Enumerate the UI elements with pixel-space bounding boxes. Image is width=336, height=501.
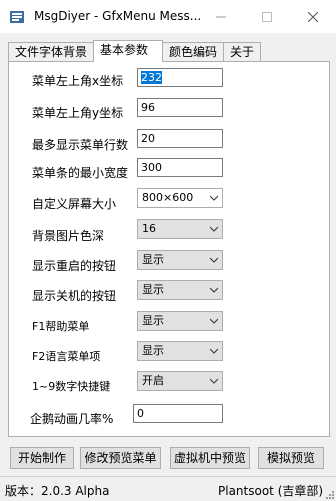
close-icon <box>308 11 318 22</box>
field-label-penguin-chance: 企鹅动画几率% <box>30 412 114 426</box>
menu-x-input[interactable]: 232 <box>137 68 223 87</box>
field-label-f1-help: F1帮助菜单 <box>32 320 90 333</box>
num-hotkey-select[interactable]: 开启 <box>137 371 223 391</box>
close-button[interactable] <box>290 0 336 33</box>
title-bar: MsgDiyer - GfxMenu Mess... <box>0 0 336 33</box>
field-label-screen-size: 自定义屏幕大小 <box>32 197 117 211</box>
chevron-down-icon <box>210 195 218 201</box>
status-bar: 版本：2.0.3 Alpha Plantsoot (吉章部) <box>0 476 336 501</box>
min-width-input[interactable]: 300 <box>137 158 223 177</box>
field-label-shutdown-btn: 显示关机的按钮 <box>32 289 117 303</box>
vm-preview-button[interactable]: 虚拟机中预览 <box>170 447 250 469</box>
author-label: Plantsoot (吉章部) <box>218 484 324 498</box>
version-label: 版本：2.0.3 Alpha <box>5 484 110 498</box>
bg-depth-select[interactable]: 16 <box>137 219 223 239</box>
app-icon <box>10 11 24 23</box>
f2-lang-value: 显示 <box>142 344 164 357</box>
bg-depth-value: 16 <box>142 222 156 235</box>
field-label-max-rows: 最多显示菜单行数 <box>32 138 129 152</box>
window-title: MsgDiyer - GfxMenu Mess... <box>34 9 202 23</box>
field-label-f2-lang: F2语言菜单项 <box>32 350 101 363</box>
f1-help-value: 显示 <box>142 314 164 327</box>
chevron-down-icon <box>210 287 218 293</box>
field-label-bg-depth: 背景图片色深 <box>32 229 105 243</box>
chevron-down-icon <box>210 378 218 384</box>
f2-lang-select[interactable]: 显示 <box>137 341 223 361</box>
resize-grip-icon[interactable] <box>324 489 334 499</box>
field-label-menu-y: 菜单左上角y坐标 <box>32 106 124 120</box>
maximize-button[interactable] <box>244 0 290 33</box>
modify-preview-button[interactable]: 修改预览菜单 <box>80 447 161 469</box>
menu-x-value: 232 <box>141 71 162 84</box>
max-rows-input[interactable]: 20 <box>137 129 223 148</box>
f1-help-select[interactable]: 显示 <box>137 311 223 331</box>
field-label-num-hotkey: 1~9数字快捷键 <box>32 380 111 393</box>
tab-basic-params[interactable]: 基本参数 <box>93 40 163 62</box>
num-hotkey-value: 开启 <box>142 374 164 387</box>
field-label-menu-x: 菜单左上角x坐标 <box>32 74 124 88</box>
maximize-icon <box>262 11 272 22</box>
restart-btn-value: 显示 <box>142 253 164 266</box>
tab-file-font-bg[interactable]: 文件字体背景 <box>8 42 94 61</box>
field-label-min-width: 菜单条的最小宽度 <box>32 166 129 180</box>
tab-about[interactable]: 关于 <box>223 42 261 61</box>
screen-size-select[interactable]: 800×600 <box>137 188 223 208</box>
minimize-icon <box>216 16 226 17</box>
chevron-down-icon <box>210 348 218 354</box>
shutdown-btn-select[interactable]: 显示 <box>137 280 223 300</box>
minimize-button[interactable] <box>198 0 244 33</box>
start-button[interactable]: 开始制作 <box>10 447 74 469</box>
tab-color-code[interactable]: 颜色编码 <box>162 42 224 61</box>
field-label-restart-btn: 显示重启的按钮 <box>32 259 117 273</box>
menu-y-input[interactable]: 96 <box>137 98 223 117</box>
sim-preview-button[interactable]: 模拟预览 <box>258 447 324 469</box>
chevron-down-icon <box>210 257 218 263</box>
penguin-chance-input[interactable]: 0 <box>133 404 223 423</box>
restart-btn-select[interactable]: 显示 <box>137 250 223 270</box>
screen-size-value: 800×600 <box>142 191 194 204</box>
shutdown-btn-value: 显示 <box>142 283 164 296</box>
chevron-down-icon <box>210 318 218 324</box>
chevron-down-icon <box>210 226 218 232</box>
